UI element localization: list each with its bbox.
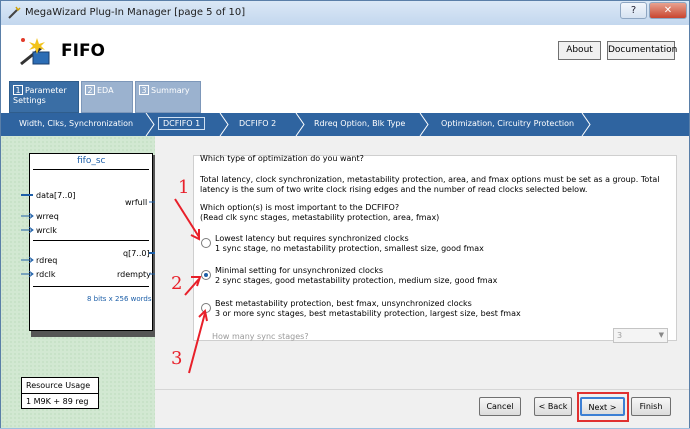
fifo-symbol: fifo_sc data[7..0] wrreq wrclk wrfull rd… <box>21 153 165 339</box>
description-line-1: Total latency, clock synchronization, me… <box>200 175 660 184</box>
wizard-app-icon <box>8 6 21 19</box>
chevron-right-icon <box>295 113 305 136</box>
footer-divider <box>155 389 689 390</box>
tab-summary[interactable]: 3 Summary <box>135 81 201 113</box>
question2-hint: (Read clk sync stages, metastability pro… <box>200 213 440 222</box>
wizard-header: FIFO About Documentation <box>1 25 689 81</box>
resource-heading: Resource Usage <box>22 378 98 394</box>
option-best-metastability-detail: 3 or more sync stages, best metastabilit… <box>215 309 521 318</box>
tab-parameter-settings[interactable]: 1 Parameter Settings <box>9 81 79 113</box>
breadcrumb-dcfifo2[interactable]: DCFIFO 2 <box>239 119 276 128</box>
cancel-button[interactable]: Cancel <box>479 397 521 416</box>
chevron-right-icon <box>581 113 591 136</box>
annotation-2: 2 <box>171 273 183 294</box>
breadcrumb-optimization[interactable]: Optimization, Circuitry Protection <box>441 119 574 128</box>
option-minimal-setting-title: Minimal setting for unsynchronized clock… <box>215 266 384 275</box>
breadcrumb-rdreq-option[interactable]: Rdreq Option, Blk Type <box>314 119 405 128</box>
tab-label: EDA <box>97 86 114 95</box>
option-minimal-setting-detail: 2 sync stages, good metastability protec… <box>215 276 498 285</box>
radio-lowest-latency[interactable] <box>201 238 211 248</box>
radio-best-metastability[interactable] <box>201 303 211 313</box>
page-title: FIFO <box>61 41 106 61</box>
chevron-down-icon: ▼ <box>658 331 664 339</box>
finish-button[interactable]: Finish <box>631 397 671 416</box>
back-button[interactable]: < Back <box>534 397 572 416</box>
chevron-right-icon <box>145 113 155 136</box>
title-bar[interactable]: MegaWizard Plug-In Manager [page 5 of 10… <box>1 1 689 25</box>
next-highlight-box <box>577 392 629 422</box>
window-title: MegaWizard Plug-In Manager [page 5 of 10… <box>25 7 246 18</box>
about-button[interactable]: About <box>558 41 601 60</box>
option-lowest-latency-title: Lowest latency but requires synchronized… <box>215 234 409 243</box>
annotation-3: 3 <box>171 348 183 369</box>
fifo-logo-icon <box>20 38 50 66</box>
description-line-2: latency is the sum of two write clock ri… <box>200 185 588 194</box>
tab-eda[interactable]: 2 EDA <box>81 81 133 113</box>
question-label: Which type of optimization do you want? <box>200 154 364 163</box>
question2-label: Which option(s) is most important to the… <box>200 203 400 212</box>
breadcrumb-width-clks[interactable]: Width, Clks, Synchronization <box>19 119 133 128</box>
annotation-1: 1 <box>178 177 190 198</box>
tab-number: 2 <box>85 85 95 95</box>
breadcrumb: Width, Clks, Synchronization DCFIFO 1 DC… <box>1 113 689 136</box>
tab-strip: 1 Parameter Settings 2 EDA 3 Summary <box>1 81 689 113</box>
sync-stages-value: 3 <box>617 331 623 340</box>
resource-usage: Resource Usage 1 M9K + 89 reg <box>21 377 99 409</box>
breadcrumb-dcfifo1[interactable]: DCFIFO 1 <box>158 117 206 130</box>
chevron-right-icon <box>219 113 229 136</box>
resource-value: 1 M9K + 89 reg <box>26 397 89 406</box>
help-button[interactable]: ? <box>620 2 647 19</box>
tab-number: 1 <box>13 85 23 95</box>
wizard-window: MegaWizard Plug-In Manager [page 5 of 10… <box>0 0 690 428</box>
close-button[interactable]: ✕ <box>649 2 687 19</box>
option-lowest-latency-detail: 1 sync stage, no metastability protectio… <box>215 244 484 253</box>
sync-stages-label: How many sync stages? <box>212 332 309 341</box>
option-best-metastability-title: Best metastability protection, best fmax… <box>215 299 472 308</box>
tab-number: 3 <box>139 85 149 95</box>
radio-minimal-setting[interactable] <box>201 270 211 280</box>
chevron-right-icon <box>419 113 429 136</box>
port-pins-icon <box>21 194 164 278</box>
sync-stages-select[interactable]: 3 ▼ <box>613 328 668 343</box>
tab-label: Summary <box>151 86 190 95</box>
documentation-button[interactable]: Documentation <box>607 41 677 60</box>
